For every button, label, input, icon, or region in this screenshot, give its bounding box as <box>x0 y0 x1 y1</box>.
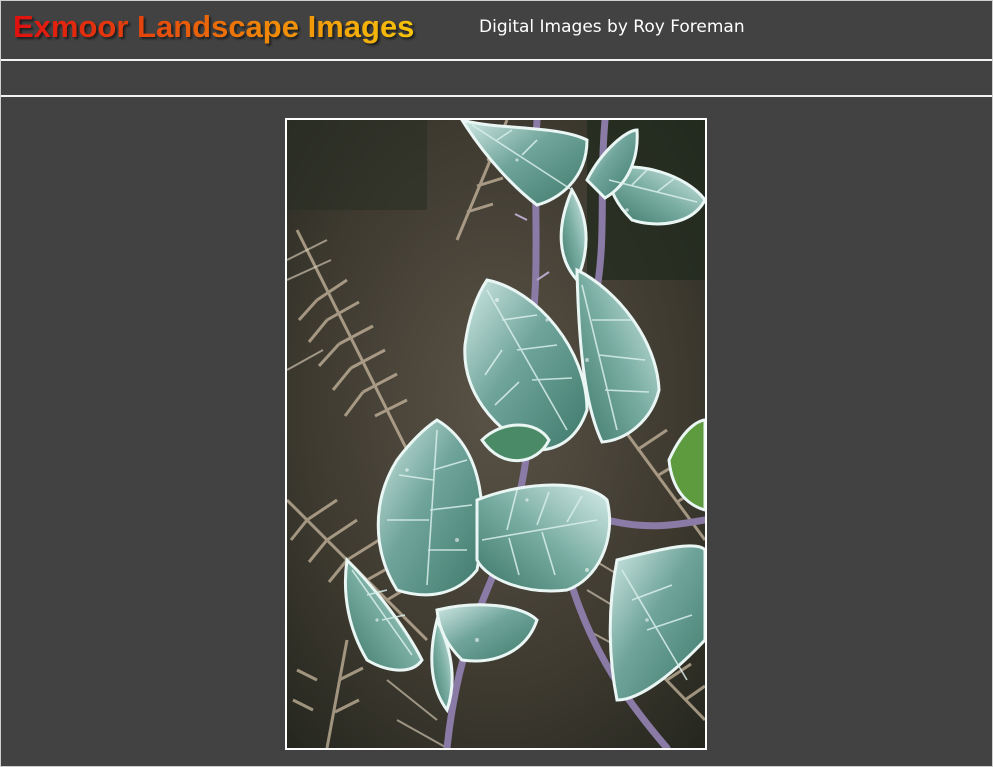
site-header: Exmoor Landscape Images Digital Images b… <box>1 1 992 59</box>
site-subtitle: Digital Images by Roy Foreman <box>479 17 745 37</box>
main-photo[interactable] <box>285 118 707 750</box>
site-title[interactable]: Exmoor Landscape Images <box>13 9 414 45</box>
nav-bar <box>1 61 992 95</box>
page: Exmoor Landscape Images Digital Images b… <box>0 0 993 767</box>
nav-divider <box>1 95 992 97</box>
frosted-leaves-image <box>287 120 705 748</box>
